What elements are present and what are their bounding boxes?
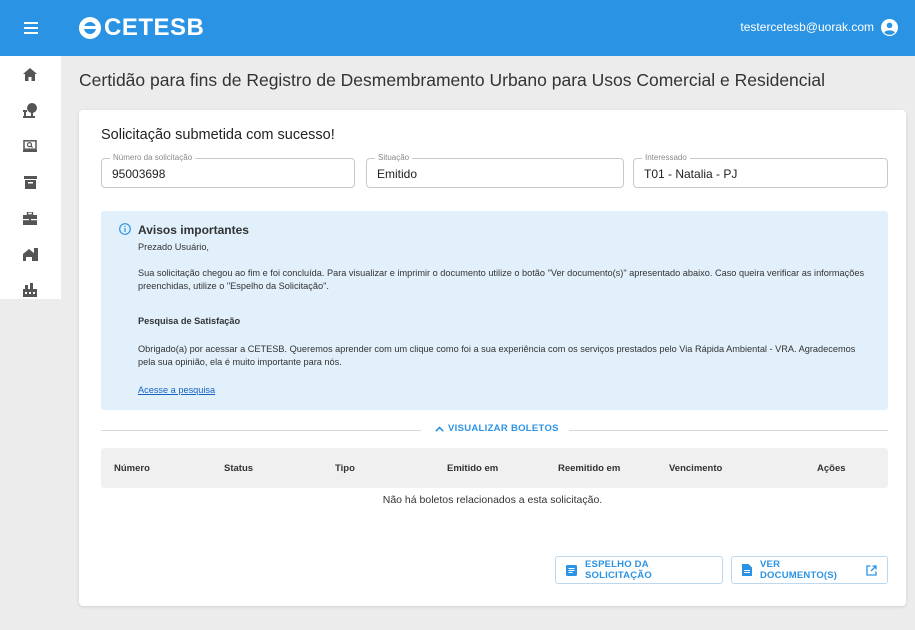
- sidebar-item-archive[interactable]: [18, 170, 42, 194]
- open-in-new-icon: [866, 564, 877, 576]
- sidebar-item-industry[interactable]: [18, 278, 42, 302]
- chevron-up-icon: [435, 425, 444, 432]
- archive-icon: [23, 175, 37, 189]
- home-icon: [23, 67, 37, 81]
- notice-greeting: Prezado Usuário,: [138, 242, 209, 252]
- ver-documentos-button-label: VER DOCUMENTO(S): [760, 559, 838, 581]
- column-header-tipo[interactable]: Tipo: [335, 463, 355, 474]
- column-header-emitido-em[interactable]: Emitido em: [447, 463, 498, 474]
- notice-body: Sua solicitação chegou ao fim e foi conc…: [138, 268, 865, 291]
- column-header-numero[interactable]: Número: [114, 463, 150, 474]
- field-label: Situação: [375, 153, 413, 163]
- top-app-bar: CETESB testercetesb@uorak.com: [0, 0, 915, 56]
- field-label: Número da solicitação: [110, 153, 196, 163]
- column-header-acoes[interactable]: Ações: [817, 463, 846, 474]
- notice-title: Avisos importantes: [138, 223, 249, 237]
- sidebar-item-house[interactable]: [18, 242, 42, 266]
- sidebar-item-briefcase[interactable]: [18, 206, 42, 230]
- menu-button[interactable]: [0, 0, 62, 56]
- boletos-table-header: Número Status Tipo Emitido em Reemitido …: [101, 448, 888, 488]
- ver-documentos-button[interactable]: VER DOCUMENTO(S): [731, 556, 888, 584]
- column-header-status[interactable]: Status: [224, 463, 253, 474]
- empty-table-message: Não há boletos relacionados a esta solic…: [382, 494, 603, 506]
- boletos-toggle-label: VISUALIZAR BOLETOS: [448, 423, 559, 434]
- divider-right: [569, 430, 888, 431]
- column-header-vencimento[interactable]: Vencimento: [669, 463, 722, 474]
- survey-link[interactable]: Acesse a pesquisa: [138, 385, 215, 395]
- cetesb-logo[interactable]: CETESB: [79, 13, 204, 43]
- visualizar-boletos-toggle[interactable]: VISUALIZAR BOLETOS: [435, 423, 559, 434]
- result-card: Solicitação submetida com sucesso! Númer…: [79, 110, 906, 606]
- field-label: Interessado: [642, 153, 690, 163]
- logo-mark-icon: [79, 17, 101, 39]
- info-icon: [119, 223, 131, 235]
- survey-body: Obrigado(a) por acessar a CETESB. Querem…: [138, 344, 856, 367]
- request-number-field[interactable]: Número da solicitação 95003698: [101, 153, 355, 188]
- document-list-icon: [566, 564, 577, 576]
- espelho-button-label: ESPELHO DA SOLICITAÇÃO: [585, 559, 652, 581]
- field-value: 95003698: [112, 167, 166, 181]
- sidebar-item-home[interactable]: [18, 62, 42, 86]
- success-title: Solicitação submetida com sucesso!: [101, 127, 335, 143]
- user-email[interactable]: testercetesb@uorak.com: [740, 20, 874, 34]
- factory-icon: [23, 283, 37, 297]
- monitor-search-icon: [23, 140, 37, 152]
- briefcase-icon: [23, 211, 37, 225]
- hamburger-icon: [24, 22, 38, 34]
- status-field[interactable]: Situação Emitido: [366, 153, 624, 188]
- page-title: Certidão para fins de Registro de Desmem…: [79, 70, 826, 90]
- sidebar-item-monitor[interactable]: [18, 134, 42, 158]
- file-icon: [742, 564, 752, 576]
- field-value: T01 - Natalia - PJ: [644, 167, 738, 181]
- logo-text: CETESB: [104, 14, 205, 41]
- house-icon: [22, 247, 38, 261]
- sidebar: [0, 56, 61, 299]
- column-header-reemitido-em[interactable]: Reemitido em: [558, 463, 620, 474]
- account-circle-icon[interactable]: [881, 19, 898, 36]
- survey-title: Pesquisa de Satisfação: [138, 316, 241, 326]
- interested-party-field[interactable]: Interessado T01 - Natalia - PJ: [633, 153, 888, 188]
- field-value: Emitido: [377, 167, 418, 181]
- divider-left: [101, 430, 421, 431]
- tree-icon: [22, 102, 37, 118]
- important-notice: Avisos importantes Prezado Usuário, Sua …: [101, 211, 888, 410]
- espelho-solicitacao-button[interactable]: ESPELHO DA SOLICITAÇÃO: [555, 556, 723, 584]
- sidebar-item-flora[interactable]: [18, 98, 42, 122]
